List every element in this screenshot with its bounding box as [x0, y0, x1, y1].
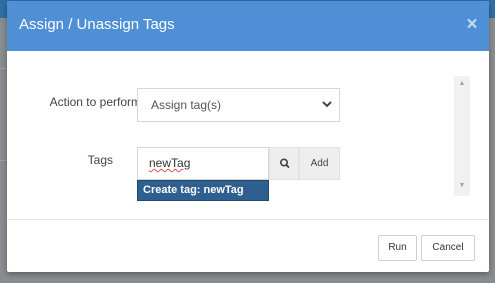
close-icon[interactable]: × [463, 15, 481, 35]
chevron-down-icon [322, 101, 332, 108]
scroll-down-icon[interactable]: ▼ [454, 182, 470, 192]
modal-body: Action to perform Assign tag(s) Tags new… [7, 51, 489, 219]
modal-body-scroll-area: Action to perform Assign tag(s) Tags new… [7, 51, 489, 219]
tags-input-value: newTag [149, 156, 191, 170]
add-tag-button[interactable]: Add [299, 147, 340, 180]
create-tag-suggestion-label: Create tag: newTag [143, 184, 244, 196]
run-button[interactable]: Run [378, 235, 417, 261]
action-select[interactable]: Assign tag(s) [137, 88, 340, 122]
tags-input[interactable]: newTag [137, 147, 269, 180]
vertical-scrollbar[interactable]: ▲ ▼ [454, 76, 470, 196]
tags-label: Tags [87, 153, 113, 167]
create-tag-suggestion[interactable]: Create tag: newTag [137, 180, 269, 201]
cancel-button[interactable]: Cancel [421, 235, 475, 261]
modal-title: Assign / Unassign Tags [19, 16, 175, 33]
search-icon [280, 158, 290, 169]
search-button[interactable] [269, 147, 299, 180]
modal-footer: Run Cancel [7, 219, 489, 272]
modal-header: Assign / Unassign Tags × [7, 1, 489, 51]
action-select-value: Assign tag(s) [151, 98, 222, 112]
action-label: Action to perform [49, 95, 141, 109]
scroll-up-icon[interactable]: ▲ [454, 80, 470, 90]
assign-tags-modal: Assign / Unassign Tags × Action to perfo… [7, 1, 489, 272]
